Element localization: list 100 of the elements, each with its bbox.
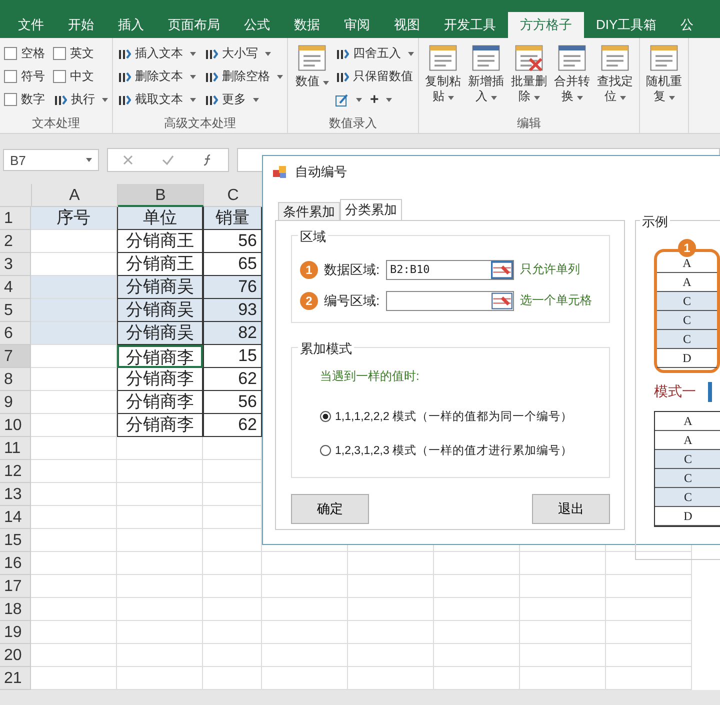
table-cell: 分销商王 — [117, 230, 203, 253]
ribbon-button[interactable]: 截取文本 — [117, 88, 196, 111]
ribbon-button[interactable]: 新增插入 — [466, 42, 506, 111]
row-header[interactable]: 9 — [0, 391, 31, 414]
ribbon-tab[interactable]: 文件 — [6, 12, 56, 38]
ribbon-button[interactable]: 复制粘贴 — [423, 42, 463, 111]
row-header[interactable]: 10 — [0, 414, 31, 437]
tool-icon — [204, 46, 218, 60]
row-header[interactable]: 3 — [0, 253, 31, 276]
example-cell: C — [657, 330, 717, 349]
ribbon-tab[interactable]: 数据 — [282, 12, 332, 38]
column-header[interactable]: C — [204, 184, 263, 207]
group-title: 累加模式 — [298, 340, 354, 358]
tool-icon — [117, 92, 131, 106]
row-header[interactable]: 18 — [0, 598, 31, 621]
ribbon-tab[interactable]: DIY工具箱 — [584, 12, 669, 38]
ribbon-tab[interactable]: 审阅 — [332, 12, 382, 38]
row-header[interactable]: 21 — [0, 667, 31, 690]
ribbon-button[interactable]: 更多 — [204, 88, 283, 111]
ribbon-tab[interactable]: 方方格子 — [508, 12, 584, 38]
example-cell: A — [657, 254, 717, 273]
ribbon-button[interactable]: + — [370, 88, 392, 111]
row-header[interactable]: 4 — [0, 276, 31, 299]
ok-button[interactable]: 确定 — [291, 494, 369, 524]
row-header[interactable]: 8 — [0, 368, 31, 391]
ribbon-button[interactable]: 执行 — [53, 88, 108, 111]
dialog-title: 自动编号 — [295, 163, 347, 181]
row-header[interactable]: 11 — [0, 437, 31, 460]
row-header[interactable]: 14 — [0, 506, 31, 529]
name-box[interactable]: B7 — [3, 149, 99, 171]
range-picker-icon[interactable] — [491, 292, 513, 310]
ribbon-tab[interactable]: 视图 — [382, 12, 432, 38]
dialog-tab[interactable]: 分类累加 — [340, 199, 402, 220]
ribbon-tab[interactable]: 插入 — [106, 12, 156, 38]
ribbon-button[interactable]: 删除空格 — [204, 65, 283, 88]
ribbon-button[interactable]: 合并转换 — [552, 42, 592, 111]
ribbon-tab[interactable]: 开发工具 — [432, 12, 508, 38]
row-header[interactable]: 17 — [0, 575, 31, 598]
ribbon-tab[interactable]: 开始 — [56, 12, 106, 38]
ribbon-button[interactable]: 只保留数值 — [335, 65, 414, 88]
radio-option[interactable]: 1,2,3,1,2,3 模式（一样的值才进行累加编号） — [320, 433, 609, 467]
table-cell: 93 — [203, 299, 262, 322]
table-cell: 分销商李 — [117, 414, 203, 437]
column-header[interactable]: A — [32, 184, 118, 207]
field-label: 编号区域: — [324, 292, 381, 310]
group-label: 数值录入 — [328, 115, 378, 132]
table-cell: 分销商李 — [117, 368, 203, 391]
checkbox-option[interactable]: 符号 — [4, 65, 45, 88]
row-header[interactable]: 2 — [0, 230, 31, 253]
ribbon-tab[interactable]: 公 — [668, 12, 706, 38]
checkbox-option[interactable]: 英文 — [53, 42, 108, 65]
caret-icon[interactable] — [86, 158, 92, 162]
row-header[interactable]: 19 — [0, 621, 31, 644]
checkbox-option[interactable]: 数字 — [4, 88, 45, 111]
field-hint: 只允许单列 — [520, 261, 580, 278]
edit-icon — [335, 92, 349, 106]
ribbon-button[interactable]: 批量删除 — [509, 42, 549, 111]
range-field[interactable] — [386, 290, 514, 310]
tool-icon — [335, 46, 349, 60]
row-header[interactable]: 1 — [0, 207, 31, 230]
tool-icon — [204, 92, 218, 106]
dialog-tab[interactable]: 条件累加 — [278, 202, 340, 220]
row-header[interactable]: 12 — [0, 460, 31, 483]
example-cell: C — [655, 469, 720, 488]
range-picker-icon[interactable] — [491, 260, 513, 278]
row-header[interactable]: 20 — [0, 644, 31, 667]
app-icon — [273, 165, 287, 179]
cancel-icon[interactable] — [122, 154, 134, 166]
ribbon-button[interactable]: 数值 — [292, 42, 332, 111]
row-header[interactable]: 15 — [0, 529, 31, 552]
ribbon-button[interactable]: 删除文本 — [117, 65, 196, 88]
ribbon-button[interactable]: 四舍五入 — [335, 42, 414, 65]
step-badge: 1 — [300, 260, 318, 278]
table-cell: 分销商吴 — [117, 299, 203, 322]
radio-option[interactable]: 1,1,1,2,2,2 模式（一样的值都为同一个编号） — [320, 399, 609, 433]
row-header[interactable]: 16 — [0, 552, 31, 575]
exit-button[interactable]: 退出 — [532, 494, 610, 524]
ribbon-button[interactable]: 查找定位 — [595, 42, 635, 111]
row-header[interactable]: 7 — [0, 345, 31, 368]
ribbon-tab[interactable]: 页面布局 — [156, 12, 232, 38]
range-field[interactable]: B2:B10 — [386, 260, 514, 280]
row-header[interactable]: 13 — [0, 483, 31, 506]
check-icon[interactable] — [162, 154, 174, 166]
ribbon-button[interactable]: 随机重复 — [644, 42, 684, 111]
example-cell: A — [655, 412, 720, 431]
column-header[interactable]: B — [118, 184, 204, 207]
group-label: 文本处理 — [31, 115, 81, 132]
ribbon-button[interactable]: 大小写 — [204, 42, 283, 65]
row-header[interactable]: 5 — [0, 299, 31, 322]
ribbon-button[interactable]: 插入文本 — [117, 42, 196, 65]
checkbox-option[interactable]: 中文 — [53, 65, 108, 88]
prompt-text: 当遇到一样的值时: — [320, 368, 420, 385]
field-label: 数据区域: — [324, 260, 381, 278]
row-header[interactable]: 6 — [0, 322, 31, 345]
mode-label: 模式一 — [654, 383, 696, 401]
ribbon-tab[interactable]: 公式 — [232, 12, 282, 38]
checkbox-option[interactable]: 空格 — [4, 42, 45, 65]
example-cell: D — [657, 349, 717, 368]
tool-icon — [117, 70, 131, 84]
table-cell: 分销商李 — [117, 391, 203, 414]
